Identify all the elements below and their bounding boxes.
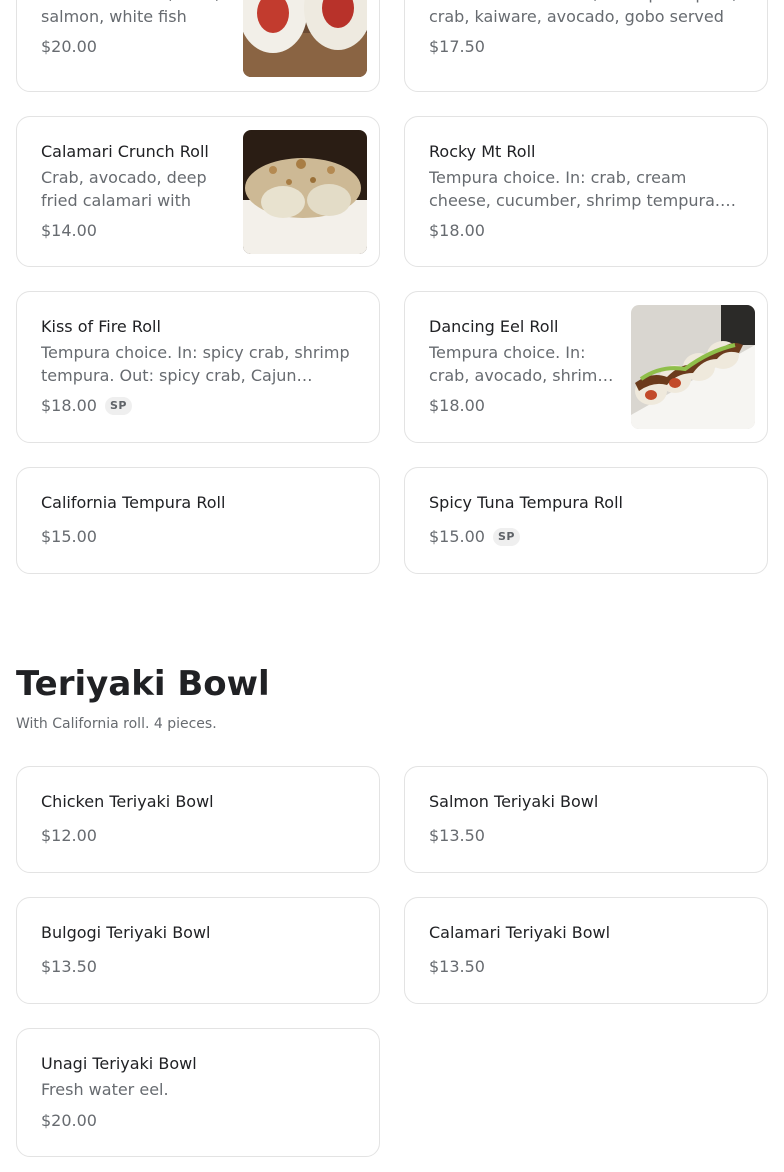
sushi-roll-photo <box>243 0 367 77</box>
menu-page: No rice. In: crab, tuna, salmon, white f… <box>0 0 784 1172</box>
item-name: Unagi Teriyaki Bowl <box>41 1054 197 1073</box>
item-price: $15.00 <box>41 527 97 546</box>
item-price: $18.00 <box>41 396 97 415</box>
item-price: $18.00 <box>429 221 485 240</box>
menu-item-card[interactable]: Unagi Teriyaki Bowl Fresh water eel. $20… <box>16 1028 380 1157</box>
menu-item-card[interactable]: Rocky Mt Roll Tempura choice. In: crab, … <box>404 116 768 267</box>
item-description: Crab, avocado, deep fried calamari with <box>41 168 207 210</box>
item-description: Tempura choice. In: crab, avocado, shrim… <box>429 343 608 385</box>
menu-item-card[interactable]: Chicken Teriyaki Bowl $12.00 <box>16 766 380 873</box>
item-price: $20.00 <box>41 1110 97 1130</box>
menu-item-card[interactable]: Bulgogi Teriyaki Bowl $13.50 <box>16 897 380 1004</box>
item-description: No rice. In: crab, tuna, salmon, white f… <box>41 0 220 26</box>
item-name: Dancing Eel Roll <box>429 317 559 336</box>
item-name: Calamari Teriyaki Bowl <box>429 923 611 942</box>
item-price: $13.50 <box>41 957 97 976</box>
menu-item-card[interactable]: Kiss of Fire Roll Tempura choice. In: sp… <box>16 291 380 443</box>
calamari-crunch-photo <box>243 130 367 254</box>
item-price: $17.50 <box>429 37 485 56</box>
item-name: Salmon Teriyaki Bowl <box>429 792 599 811</box>
dancing-eel-photo <box>631 305 755 429</box>
menu-item-card[interactable]: Calamari Crunch Roll Crab, avocado, deep… <box>16 116 380 267</box>
item-price: $13.50 <box>429 957 485 976</box>
spicy-badge: SP <box>492 528 520 546</box>
item-name: Calamari Crunch Roll <box>41 142 209 161</box>
item-description: Tempura choice. In: spicy crab, shrimp t… <box>41 343 350 385</box>
item-price: $18.00 <box>429 396 485 415</box>
item-description: Tempura choice. In: crab, cream cheese, … <box>429 168 720 210</box>
item-name: Spicy Tuna Tempura Roll <box>429 493 623 512</box>
item-price: $20.00 <box>41 37 97 56</box>
item-price: $12.00 <box>41 826 97 845</box>
section-title: Teriyaki Bowl <box>16 664 270 704</box>
item-name: Bulgogi Teriyaki Bowl <box>41 923 211 942</box>
item-price: $14.00 <box>41 221 97 240</box>
menu-item-card[interactable]: California Tempura Roll $15.00 <box>16 467 380 574</box>
menu-item-card[interactable]: Salmon Teriyaki Bowl $13.50 <box>404 766 768 873</box>
menu-item-card[interactable]: Calamari Teriyaki Bowl $13.50 <box>404 897 768 1004</box>
spicy-badge: SP <box>104 397 132 415</box>
menu-item-card[interactable]: Dancing Eel Roll Tempura choice. In: cra… <box>404 291 768 443</box>
item-name: Kiss of Fire Roll <box>41 317 161 336</box>
item-name: California Tempura Roll <box>41 493 226 512</box>
menu-item-card[interactable]: Spicy Tuna Tempura Roll $15.00 SP <box>404 467 768 574</box>
item-description: Fresh water eel. <box>41 1080 169 1099</box>
item-name: Rocky Mt Roll <box>429 142 536 161</box>
item-name: Chicken Teriyaki Bowl <box>41 792 214 811</box>
item-price: $15.00 <box>429 527 485 546</box>
item-price: $13.50 <box>429 826 485 845</box>
menu-item-card[interactable]: No rice. In: crab, tuna, salmon, white f… <box>16 0 380 92</box>
item-description: No rice. Seared tuna, shrimp tempura, cr… <box>429 0 737 26</box>
menu-item-card[interactable]: No rice. Seared tuna, shrimp tempura, cr… <box>404 0 768 92</box>
section-subtitle: With California roll. 4 pieces. <box>16 716 217 732</box>
